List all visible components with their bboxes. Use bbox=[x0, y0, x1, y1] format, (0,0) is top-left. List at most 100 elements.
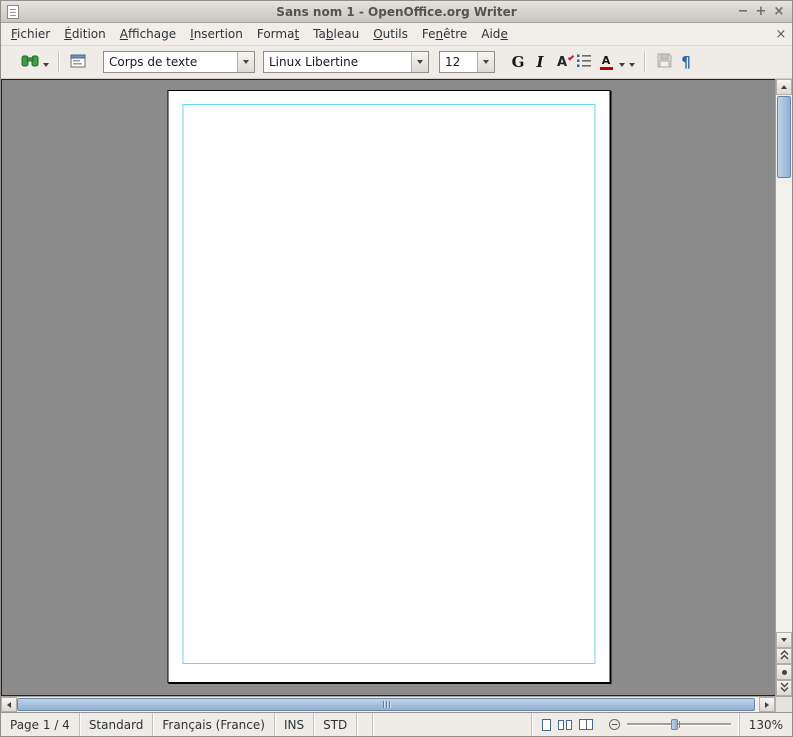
formatting-marks-button[interactable]: ¶ bbox=[675, 50, 697, 74]
zoom-percentage[interactable]: 130% bbox=[738, 713, 792, 736]
italic-button[interactable]: I bbox=[529, 50, 551, 74]
menu-fenetre[interactable]: Fenêtre bbox=[415, 23, 474, 45]
horizontal-scrollbar[interactable] bbox=[1, 696, 775, 712]
status-insert-mode[interactable]: INS bbox=[275, 713, 315, 736]
font-size-dropdown[interactable] bbox=[477, 52, 494, 72]
maximize-button[interactable]: + bbox=[752, 4, 770, 20]
menu-label: Édition bbox=[64, 27, 106, 41]
close-button[interactable]: × bbox=[770, 4, 788, 20]
font-color-swatch bbox=[599, 66, 613, 70]
font-name-value: Linux Libertine bbox=[269, 55, 359, 69]
previous-page-button[interactable] bbox=[776, 648, 792, 664]
bold-button[interactable]: G bbox=[507, 50, 529, 74]
menu-fichier[interactable]: Fichier bbox=[4, 23, 57, 45]
zoom-out-icon[interactable] bbox=[608, 719, 620, 730]
scroll-left-button[interactable] bbox=[1, 697, 17, 712]
status-language[interactable]: Français (France) bbox=[153, 713, 275, 736]
window-title: Sans nom 1 - OpenOffice.org Writer bbox=[276, 4, 517, 19]
navigator-button[interactable] bbox=[67, 50, 89, 74]
find-replace-button[interactable] bbox=[19, 50, 41, 74]
status-page-style[interactable]: Standard bbox=[80, 713, 154, 736]
zoom-slider-control bbox=[603, 713, 737, 736]
status-page-number[interactable]: Page 1 / 4 bbox=[1, 713, 80, 736]
paragraph-style-dropdown[interactable] bbox=[237, 52, 254, 72]
grip-icon bbox=[382, 701, 384, 708]
paragraph-style-combo[interactable]: Corps de texte bbox=[103, 51, 255, 73]
text-margin-guide bbox=[182, 104, 595, 664]
grip-icon bbox=[385, 701, 387, 708]
find-replace-icon bbox=[21, 54, 39, 71]
numbering-icon bbox=[576, 53, 592, 71]
horizontal-scroll-track[interactable] bbox=[17, 698, 759, 711]
multi-page-view-icon[interactable] bbox=[557, 719, 572, 730]
book-view-icon[interactable] bbox=[578, 719, 593, 730]
menu-tableau[interactable]: Tableau bbox=[306, 23, 366, 45]
status-modified-indicator[interactable] bbox=[357, 713, 374, 736]
scroll-right-button[interactable] bbox=[759, 697, 775, 712]
menu-label: Fichier bbox=[11, 27, 51, 41]
zoom-slider-track[interactable] bbox=[626, 719, 731, 730]
statusbar: Page 1 / 4 Standard Français (France) IN… bbox=[1, 712, 792, 736]
menu-edition[interactable]: Édition bbox=[57, 23, 113, 45]
navigation-button[interactable] bbox=[776, 664, 792, 680]
menu-label: Affichage bbox=[119, 27, 177, 41]
zoom-slider-thumb[interactable] bbox=[671, 719, 679, 730]
arrow-right-icon bbox=[765, 701, 769, 708]
writer-window: Sans nom 1 - OpenOffice.org Writer − + ×… bbox=[0, 0, 793, 737]
menu-label: Tableau bbox=[313, 27, 360, 41]
scroll-down-button[interactable] bbox=[776, 632, 792, 648]
status-spacer bbox=[373, 713, 532, 736]
font-size-combo[interactable]: 12 bbox=[439, 51, 495, 73]
document-canvas[interactable] bbox=[1, 79, 775, 696]
vertical-scroll-track[interactable] bbox=[776, 179, 792, 632]
spellcheck-icon: A bbox=[557, 53, 575, 70]
navigator-icon bbox=[70, 54, 86, 71]
zoom-100-notch bbox=[678, 721, 680, 728]
double-chevron-up-icon bbox=[780, 649, 789, 663]
chevron-down-icon bbox=[243, 60, 249, 64]
font-name-dropdown[interactable] bbox=[411, 52, 428, 72]
chevron-down-icon bbox=[629, 63, 635, 67]
grip-icon bbox=[388, 701, 390, 708]
toolbar-overflow-button[interactable] bbox=[627, 50, 637, 74]
horizontal-scrollbar-row bbox=[1, 696, 792, 712]
menu-outils[interactable]: Outils bbox=[366, 23, 415, 45]
scroll-up-button[interactable] bbox=[776, 79, 792, 95]
workspace bbox=[1, 79, 792, 696]
menu-format[interactable]: Format bbox=[250, 23, 306, 45]
titlebar[interactable]: Sans nom 1 - OpenOffice.org Writer − + × bbox=[1, 1, 792, 23]
font-size-value: 12 bbox=[445, 55, 461, 69]
menu-insertion[interactable]: Insertion bbox=[183, 23, 250, 45]
next-page-button[interactable] bbox=[776, 680, 792, 696]
arrow-down-icon bbox=[781, 638, 787, 642]
horizontal-scroll-thumb[interactable] bbox=[17, 698, 755, 711]
bold-icon: G bbox=[511, 53, 525, 71]
minimize-button[interactable]: − bbox=[734, 4, 752, 20]
document-page[interactable] bbox=[167, 90, 610, 683]
chevron-down-icon bbox=[43, 63, 49, 67]
vertical-scrollbar[interactable] bbox=[775, 79, 792, 696]
chevron-down-icon bbox=[417, 60, 423, 64]
italic-icon: I bbox=[536, 53, 544, 71]
font-color-dropdown[interactable] bbox=[617, 50, 627, 74]
menu-label: Format bbox=[256, 27, 300, 41]
single-page-view-icon[interactable] bbox=[541, 718, 551, 731]
menu-label: Outils bbox=[373, 27, 408, 41]
font-color-button[interactable]: A bbox=[595, 50, 617, 74]
menu-affichage[interactable]: Affichage bbox=[113, 23, 183, 45]
vertical-scroll-thumb[interactable] bbox=[777, 96, 791, 178]
save-button[interactable] bbox=[653, 50, 675, 74]
arrow-up-icon bbox=[781, 85, 787, 89]
find-replace-dropdown[interactable] bbox=[41, 50, 51, 74]
numbering-button[interactable] bbox=[573, 50, 595, 74]
status-selection-mode[interactable]: STD bbox=[314, 713, 358, 736]
autospellcheck-button[interactable]: A bbox=[551, 50, 575, 74]
document-close-button[interactable]: × bbox=[770, 23, 792, 45]
menu-label: Fenêtre bbox=[421, 27, 468, 41]
font-name-combo[interactable]: Linux Libertine bbox=[263, 51, 429, 73]
navigation-dot-icon bbox=[781, 669, 787, 675]
menu-label: Insertion bbox=[190, 27, 243, 41]
menu-aide[interactable]: Aide bbox=[474, 23, 515, 45]
formatting-toolbar: Corps de texte Linux Libertine 12 G I A bbox=[1, 46, 792, 79]
pilcrow-icon: ¶ bbox=[681, 53, 691, 71]
